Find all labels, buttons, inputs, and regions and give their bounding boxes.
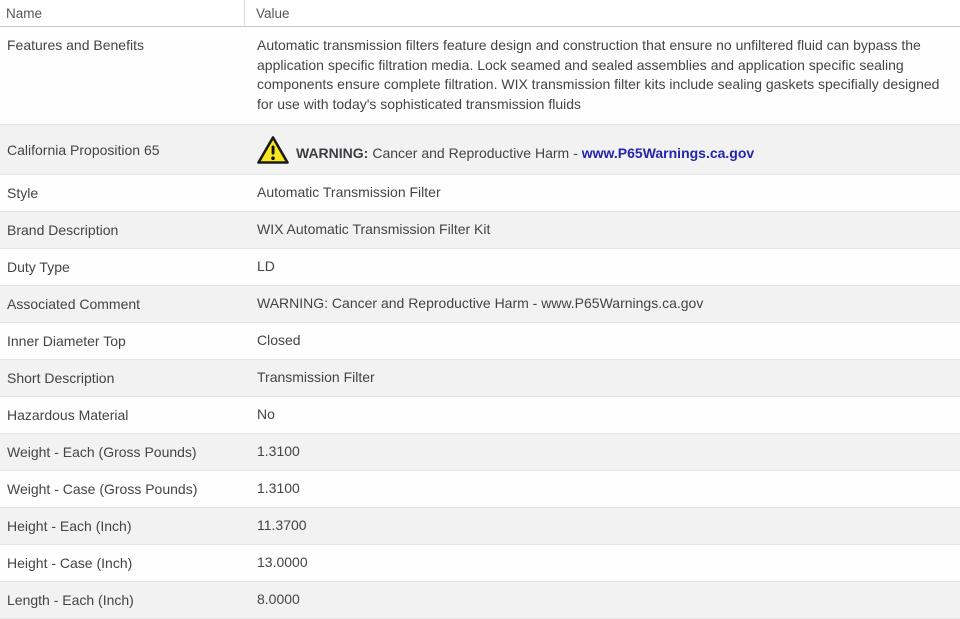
row-name-cell: Brand Description: [7, 222, 119, 238]
table-row: Inner Diameter Top Closed: [0, 323, 960, 360]
row-value-cell: 8.0000: [257, 591, 300, 608]
table-row: Short Description Transmission Filter: [0, 360, 960, 397]
table-row: Length - Each (Inch) 8.0000: [0, 582, 960, 619]
row-value-cell: Closed: [257, 332, 301, 349]
row-name-cell: California Proposition 65: [7, 141, 160, 158]
table-row: Hazardous Material No: [0, 397, 960, 434]
table-row: Features and Benefits Automatic transmiss…: [0, 27, 960, 125]
row-value-cell: WIX Automatic Transmission Filter Kit: [257, 221, 491, 238]
product-spec-table: Name Value Features and Benefits Automati…: [0, 0, 960, 619]
table-row: California Proposition 65 WARNING: Cancer …: [0, 125, 960, 175]
row-name-cell: Duty Type: [7, 259, 70, 275]
row-value-cell: Automatic Transmission Filter: [257, 184, 441, 201]
row-name-cell: Associated Comment: [7, 296, 141, 312]
table-row: Associated Comment WARNING: Cancer and Re…: [0, 286, 960, 323]
row-name-cell: Height - Each (Inch): [7, 518, 132, 534]
row-name-cell: Height - Case (Inch): [7, 555, 133, 571]
row-value-cell: LD: [257, 258, 275, 275]
table-row: Brand Description WIX Automatic Transmiss…: [0, 212, 960, 249]
row-value-cell: 11.3700: [257, 517, 307, 534]
header-name-column: Name: [0, 0, 245, 26]
warning-label: WARNING:: [296, 145, 369, 161]
table-header: Name Value: [0, 0, 960, 27]
row-value-cell: No: [257, 406, 275, 423]
row-name-cell: Style: [7, 185, 39, 201]
row-value-cell: 1.3100: [257, 480, 300, 497]
p65-warnings-link[interactable]: www.P65Warnings.ca.gov: [582, 145, 754, 161]
row-value-cell: Transmission Filter: [257, 369, 375, 386]
row-value-cell: WARNING: Cancer and Reproductive Harm - …: [257, 295, 704, 312]
table-row: Style Automatic Transmission Filter: [0, 175, 960, 212]
header-value-column: Value: [256, 5, 290, 21]
row-value-cell: Automatic transmission filters feature d…: [257, 37, 940, 112]
row-name-cell: Inner Diameter Top: [7, 333, 126, 349]
table-body: Features and Benefits Automatic transmiss…: [0, 27, 960, 619]
row-name-cell: Weight - Each (Gross Pounds): [7, 444, 197, 460]
warning-triangle-icon: [257, 135, 289, 165]
row-name-cell: Features and Benefits: [7, 37, 144, 53]
row-value-cell: WARNING: Cancer and Reproductive Harm - ww…: [245, 135, 960, 165]
table-row: Height - Case (Inch) 13.0000: [0, 545, 960, 582]
table-row: Height - Each (Inch) 11.3700: [0, 508, 960, 545]
warning-text: Cancer and Reproductive Harm -: [372, 145, 578, 161]
row-name-cell: Hazardous Material: [7, 407, 129, 423]
row-name-cell: Short Description: [7, 370, 115, 386]
table-row: Weight - Each (Gross Pounds) 1.3100: [0, 434, 960, 471]
row-name-cell: Length - Each (Inch): [7, 592, 134, 608]
row-value-cell: 13.0000: [257, 554, 308, 571]
table-row: Duty Type LD: [0, 249, 960, 286]
row-name-cell: Weight - Case (Gross Pounds): [7, 481, 198, 497]
table-row: Weight - Case (Gross Pounds) 1.3100: [0, 471, 960, 508]
warning-message: WARNING: Cancer and Reproductive Harm - ww…: [296, 144, 754, 165]
row-value-cell: 1.3100: [257, 443, 300, 460]
